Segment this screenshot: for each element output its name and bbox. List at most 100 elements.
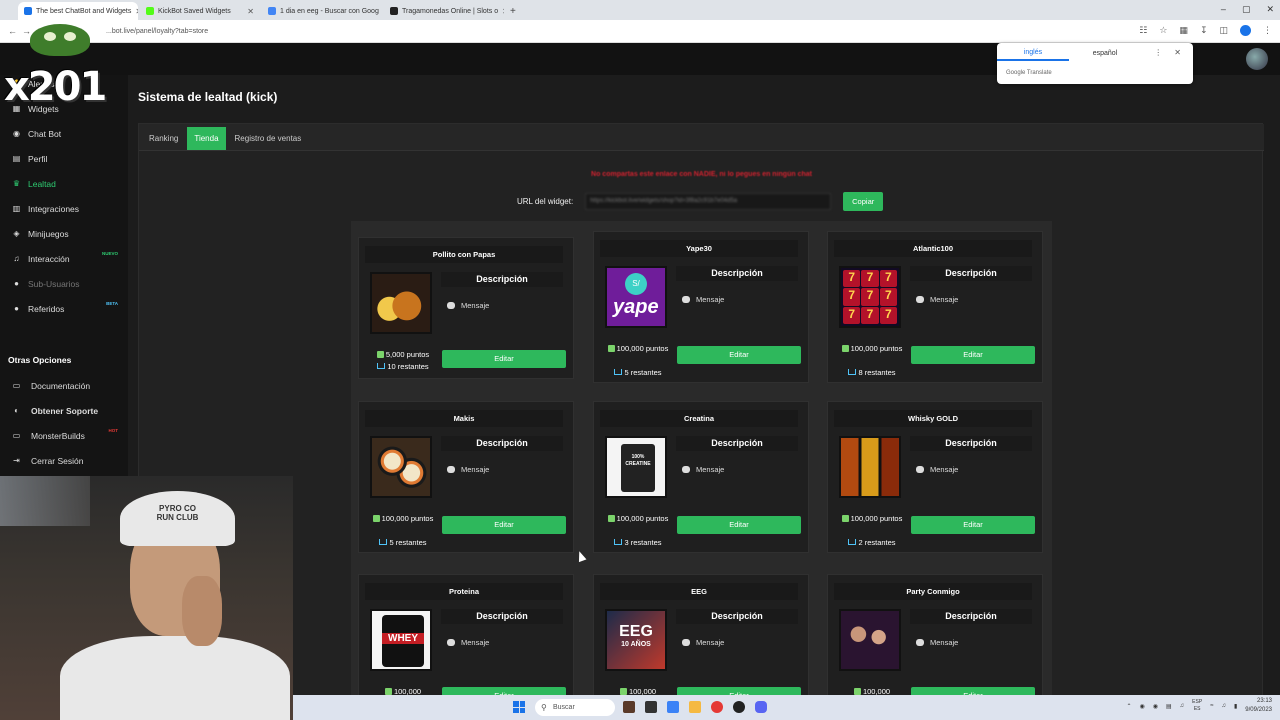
- item-description-label: Descripción: [441, 436, 563, 451]
- item-image: EEG 10 AÑOS: [605, 609, 667, 671]
- edit-item-button[interactable]: Editar: [677, 516, 801, 534]
- sidebar-item-label: Cerrar Sesión: [31, 455, 84, 466]
- item-image: [839, 609, 901, 671]
- sidebar-item-label: Perfil: [28, 153, 48, 164]
- sidebar-item-monsterbuilds[interactable]: ▭ MonsterBuilds HOT: [0, 423, 128, 448]
- translate-options-icon[interactable]: ⋮: [1154, 48, 1162, 57]
- edit-item-button[interactable]: Editar: [442, 350, 566, 368]
- user-avatar[interactable]: [1246, 48, 1268, 70]
- chat-bubble-icon: [682, 639, 690, 646]
- coins-icon: [372, 515, 380, 522]
- cart-icon: [848, 369, 857, 375]
- item-image: [839, 436, 901, 498]
- item-description-label: Descripción: [441, 609, 563, 624]
- sidebar-item-interacci-n[interactable]: ♫ Interacción NUEVO: [0, 246, 128, 271]
- speaker-icon[interactable]: ♫: [1221, 703, 1226, 709]
- sidebar-item-label: Referidos: [28, 303, 65, 314]
- item-points: 100,000 puntos: [834, 514, 910, 524]
- tab-close-icon[interactable]: ✕: [247, 7, 254, 16]
- download-icon[interactable]: ↧: [1200, 25, 1208, 36]
- sidebar-item-lealtad[interactable]: ♛ Lealtad: [0, 171, 128, 196]
- tab-registro-ventas[interactable]: Registro de ventas: [228, 127, 309, 150]
- item-name: Party Conmigo: [834, 583, 1032, 600]
- item-name: Whisky GOLD: [834, 410, 1032, 427]
- network-icon[interactable]: ▤: [1166, 703, 1172, 710]
- sidebar-item-minijuegos[interactable]: ◈ Minijuegos: [0, 221, 128, 246]
- windows-start-icon[interactable]: [513, 701, 525, 713]
- copy-button[interactable]: Copiar: [843, 192, 884, 211]
- sidebar-item-integraciones[interactable]: ▥ Integraciones: [0, 196, 128, 221]
- minimize-icon[interactable]: –: [1221, 4, 1226, 15]
- tray-app-icon-2[interactable]: ◉: [1153, 703, 1158, 710]
- widget-url-field[interactable]: https://kickbot.live/widgets/shop?id=3f8…: [585, 193, 832, 210]
- id-card-icon: ▤: [12, 154, 21, 163]
- edit-item-button[interactable]: Editar: [911, 516, 1035, 534]
- edit-item-button[interactable]: Editar: [677, 346, 801, 364]
- item-name: Pollito con Papas: [365, 246, 563, 263]
- translate-close-icon[interactable]: ✕: [1174, 48, 1181, 57]
- sidebar-item-chat-bot[interactable]: ◉ Chat Bot: [0, 121, 128, 146]
- wifi-icon[interactable]: ≈: [1210, 703, 1213, 709]
- browser-tab[interactable]: Tragamonedas Online | Slots o✕: [384, 2, 504, 20]
- chrome-icon[interactable]: [711, 701, 723, 713]
- item-description-label: Descripción: [910, 436, 1032, 451]
- sidebar-item-label: Documentación: [31, 380, 91, 391]
- new-tab-button[interactable]: +: [510, 2, 516, 20]
- store-item-card: Party Conmigo Descripción Mensaje 100,00…: [827, 574, 1043, 714]
- favicon-icon: [146, 7, 154, 15]
- edit-item-button[interactable]: Editar: [911, 346, 1035, 364]
- store-item-card: EEG EEG 10 AÑOS Descripción Mensaje 100,0…: [593, 574, 809, 714]
- sidebar-item-referidos[interactable]: ● Referidos BETA: [0, 296, 128, 321]
- browser-tab[interactable]: KickBot Saved Widgets ✕: [140, 2, 260, 20]
- discord-icon[interactable]: [755, 701, 767, 713]
- folder-icon[interactable]: [689, 701, 701, 713]
- sidebar-item-cerrar-sesi-n[interactable]: ⇥ Cerrar Sesión: [0, 448, 128, 473]
- clock[interactable]: 23:13 9/09/2023: [1245, 697, 1272, 715]
- users-icon: ●: [14, 304, 19, 313]
- tab-ranking[interactable]: Ranking: [142, 127, 185, 150]
- app-icon-6[interactable]: [733, 701, 745, 713]
- extensions-icon[interactable]: ▦: [1179, 25, 1188, 36]
- sidebar-item-obtener-soporte[interactable]: ◐ Obtener Soporte: [0, 398, 128, 423]
- store-item-card: Creatina 100% CREATINE Descripción Mensa…: [593, 401, 809, 553]
- language-indicator[interactable]: ESP ES: [1192, 699, 1202, 713]
- favicon-icon: [24, 7, 32, 15]
- close-window-icon[interactable]: ✕: [1266, 4, 1274, 15]
- translate-lang-english[interactable]: inglés: [997, 43, 1069, 61]
- battery-icon[interactable]: ▮: [1234, 703, 1237, 710]
- widget-url-label: URL del widget:: [517, 197, 574, 206]
- app-icon-1[interactable]: [623, 701, 635, 713]
- tab-close-icon[interactable]: ✕: [502, 7, 504, 16]
- sidepanel-icon[interactable]: ◫: [1219, 25, 1228, 36]
- tray-app-icon[interactable]: ◉: [1140, 703, 1145, 710]
- item-stock: 5 restantes: [365, 538, 441, 547]
- app-icon-2[interactable]: [645, 701, 657, 713]
- tab-close-icon[interactable]: ✕: [135, 7, 138, 16]
- logo-text: x201: [4, 64, 107, 110]
- tab-tienda[interactable]: Tienda: [187, 127, 226, 150]
- browser-tab[interactable]: 1 dia en eeg - Buscar con Goog✕: [262, 2, 382, 20]
- edit-item-button[interactable]: Editar: [442, 516, 566, 534]
- chat-bubble-icon: [916, 466, 924, 473]
- sidebar-item-documentaci-n[interactable]: ▭ Documentación: [0, 373, 128, 398]
- profile-icon[interactable]: [1240, 25, 1251, 36]
- maximize-icon[interactable]: ▢: [1242, 4, 1251, 15]
- url-field[interactable]: ...bot.live/panel/loyalty?tab=store: [106, 28, 208, 35]
- browser-tab[interactable]: The best ChatBot and Widgets✕: [18, 2, 138, 20]
- store-item-card: Yape30 S/yape Descripción Mensaje 100,00…: [593, 231, 809, 383]
- translate-icon[interactable]: ☷: [1139, 25, 1147, 36]
- volume-icon[interactable]: ♫: [1180, 703, 1185, 709]
- menu-dots-icon[interactable]: ⋮: [1263, 25, 1272, 36]
- translate-lang-spanish[interactable]: español: [1069, 48, 1141, 57]
- users-icon: ●: [14, 279, 19, 288]
- app-icon-3[interactable]: [667, 701, 679, 713]
- item-image: [370, 272, 432, 334]
- sidebar-item-sub-usuarios[interactable]: ● Sub-Usuarios: [0, 271, 128, 296]
- tray-chevron-icon[interactable]: ⌃: [1126, 703, 1131, 710]
- sidebar-item-perfil[interactable]: ▤ Perfil: [0, 146, 128, 171]
- chat-bubble-icon: [916, 639, 924, 646]
- taskbar: ⚲ Buscar ⌃ ◉ ◉ ▤ ♫ ESP ES ≈ ♫ ▮ 23:13 9/0…: [293, 695, 1280, 720]
- taskbar-search[interactable]: ⚲ Buscar: [535, 699, 615, 716]
- search-placeholder: Buscar: [553, 704, 575, 711]
- bookmark-star-icon[interactable]: ☆: [1159, 25, 1167, 36]
